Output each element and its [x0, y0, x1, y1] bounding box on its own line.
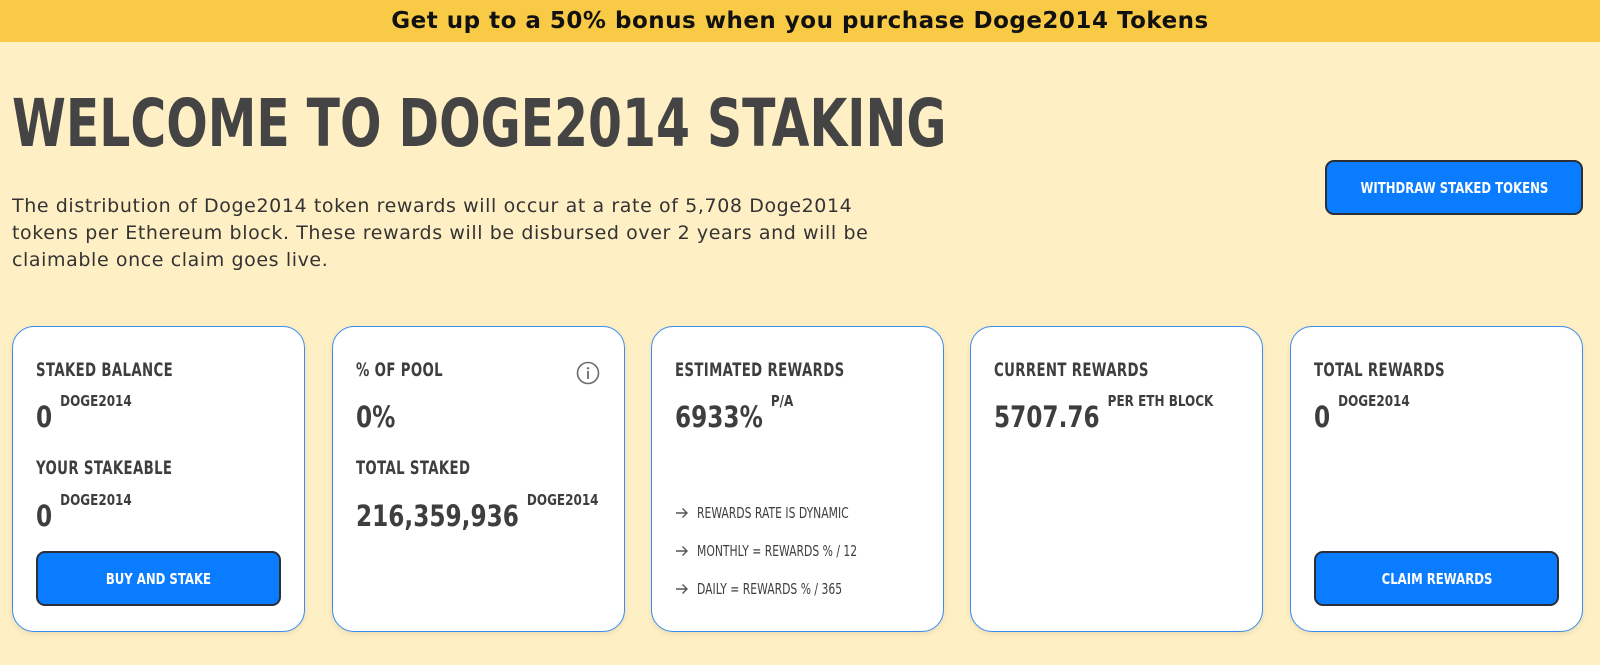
current-rewards-card: CURRENT REWARDS 5707.76 PER ETH BLOCK [970, 326, 1263, 632]
claim-rewards-button[interactable]: CLAIM REWARDS [1314, 551, 1559, 606]
arrow-right-icon [676, 584, 688, 594]
estimated-rewards-value: 6933% P/A [675, 392, 793, 434]
info-icon[interactable] [576, 361, 600, 385]
stakeable-value: 0 DOGE2014 [36, 491, 132, 533]
current-rewards-unit: PER ETH BLOCK [1107, 392, 1214, 410]
pool-share-card: % OF POOL 0% TOTAL STAKED 216,359,936 DOG… [332, 326, 625, 632]
withdraw-button-label: WITHDRAW STAKED TOKENS [1360, 178, 1548, 197]
staked-balance-unit: DOGE2014 [60, 392, 132, 410]
rewards-notes-list: REWARDS RATE IS DYNAMIC MONTHLY = REWARD… [675, 494, 919, 608]
withdraw-staked-tokens-button[interactable]: WITHDRAW STAKED TOKENS [1325, 160, 1583, 215]
total-staked-value: 216,359,936 DOGE2014 [356, 491, 599, 533]
current-rewards-value: 5707.76 PER ETH BLOCK [994, 392, 1213, 434]
promo-banner-text: Get up to a 50% bonus when you purchase … [391, 8, 1209, 34]
rewards-note: REWARDS RATE IS DYNAMIC [675, 494, 919, 532]
buy-and-stake-button[interactable]: BUY AND STAKE [36, 551, 281, 606]
staked-balance-card: STAKED BALANCE 0 DOGE2014 YOUR STAKEABLE … [12, 326, 305, 632]
pool-share-value: 0% [356, 400, 396, 434]
page-title: WELCOME TO DOGE2014 STAKING [12, 85, 947, 162]
estimated-rewards-card: ESTIMATED REWARDS 6933% P/A REWARDS RATE … [651, 326, 944, 632]
total-rewards-amount: 0 [1314, 400, 1331, 434]
arrow-right-icon [676, 546, 688, 556]
estimated-rewards-amount: 6933% [675, 400, 763, 434]
promo-banner: Get up to a 50% bonus when you purchase … [0, 0, 1600, 42]
pool-share-label: % OF POOL [356, 359, 443, 381]
stakeable-amount: 0 [36, 499, 53, 533]
rewards-note: DAILY = REWARDS % / 365 [675, 570, 919, 608]
total-staked-label: TOTAL STAKED [356, 457, 471, 479]
arrow-right-icon [676, 508, 688, 518]
current-rewards-amount: 5707.76 [994, 400, 1100, 434]
total-staked-amount: 216,359,936 [356, 499, 519, 533]
staked-balance-amount: 0 [36, 400, 53, 434]
estimated-rewards-label: ESTIMATED REWARDS [675, 359, 845, 381]
total-rewards-card: TOTAL REWARDS 0 DOGE2014 CLAIM REWARDS [1290, 326, 1583, 632]
stakeable-label: YOUR STAKEABLE [36, 457, 173, 479]
total-rewards-unit: DOGE2014 [1338, 392, 1410, 410]
intro-text: The distribution of Doge2014 token rewar… [12, 195, 869, 271]
stakeable-unit: DOGE2014 [60, 491, 132, 509]
staked-balance-label: STAKED BALANCE [36, 359, 174, 381]
rewards-note: MONTHLY = REWARDS % / 12 [675, 532, 919, 570]
total-rewards-value: 0 DOGE2014 [1314, 392, 1410, 434]
total-rewards-label: TOTAL REWARDS [1314, 359, 1445, 381]
buy-and-stake-label: BUY AND STAKE [105, 569, 212, 588]
staked-balance-value: 0 DOGE2014 [36, 392, 132, 434]
claim-rewards-label: CLAIM REWARDS [1381, 569, 1492, 588]
current-rewards-label: CURRENT REWARDS [994, 359, 1149, 381]
estimated-rewards-unit: P/A [770, 392, 794, 410]
total-staked-unit: DOGE2014 [526, 491, 599, 509]
